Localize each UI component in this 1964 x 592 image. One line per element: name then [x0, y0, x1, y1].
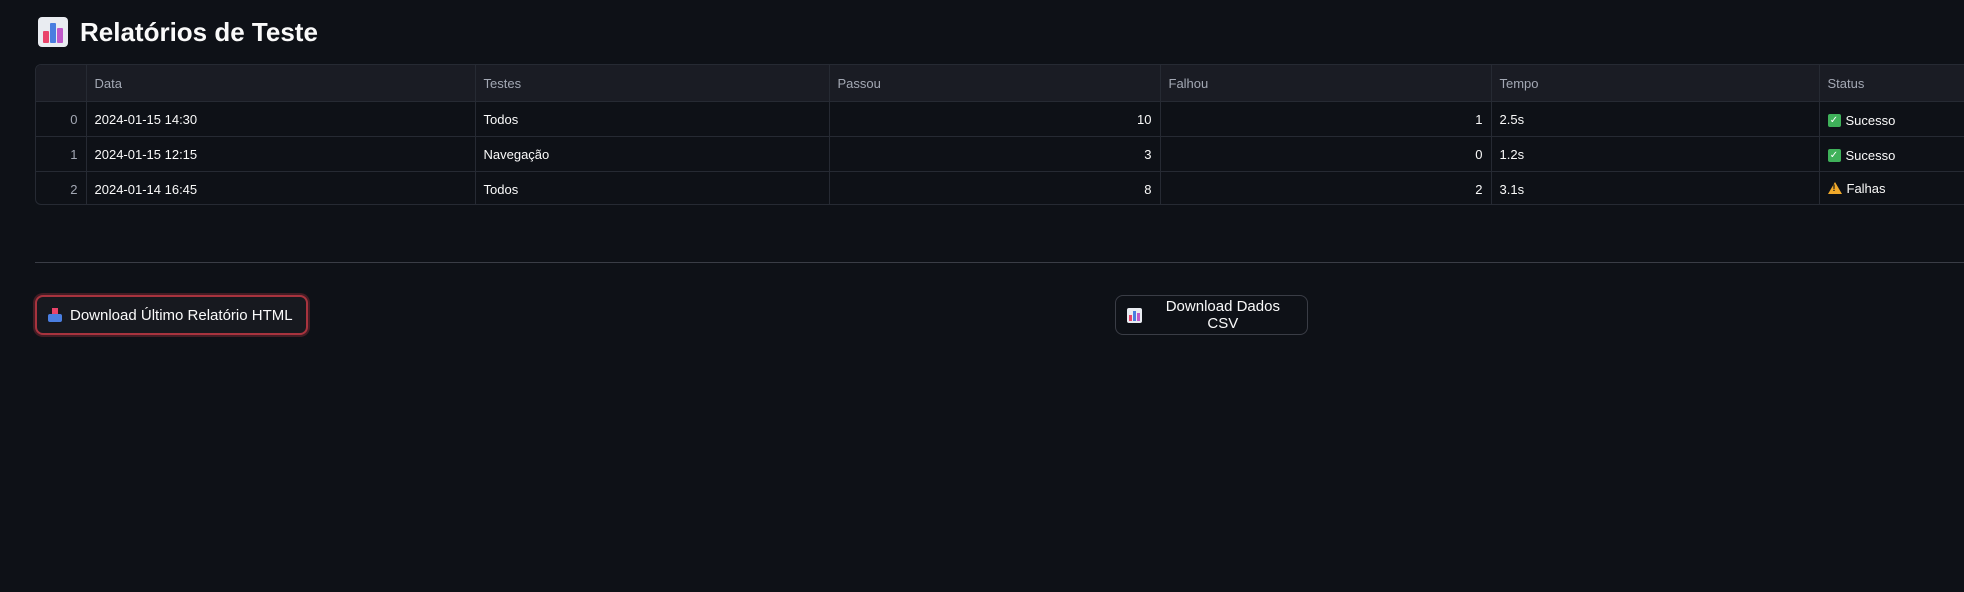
bar-chart-icon — [1127, 307, 1142, 323]
check-icon: ✓ — [1827, 148, 1841, 162]
cell-data[interactable]: 2024-01-15 12:15 — [86, 136, 476, 172]
column-header-data[interactable]: Data — [86, 65, 476, 102]
row-index: 1 — [36, 136, 87, 172]
cell-status[interactable]: Falhas — [1819, 171, 1964, 204]
table-row[interactable]: 0 2024-01-15 14:30 Todos 10 1 2.5s ✓ Suce… — [36, 101, 1964, 137]
cell-falhou[interactable]: 1 — [1160, 101, 1492, 137]
cell-tempo[interactable]: 1.2s — [1491, 136, 1820, 172]
column-header-testes[interactable]: Testes — [475, 65, 830, 102]
divider — [35, 262, 1964, 263]
column-header-passou[interactable]: Passou — [829, 65, 1161, 102]
cell-testes[interactable]: Navegação — [475, 136, 830, 172]
column-header-falhou[interactable]: Falhou — [1160, 65, 1492, 102]
inbox-download-icon — [48, 308, 62, 322]
column-header-tempo[interactable]: Tempo — [1491, 65, 1820, 102]
status-text: Sucesso — [1845, 112, 1896, 128]
cell-falhou[interactable]: 2 — [1160, 171, 1492, 204]
check-icon: ✓ — [1827, 113, 1841, 127]
bar-chart-icon — [38, 17, 68, 47]
cell-status[interactable]: ✓ Sucesso — [1819, 101, 1964, 137]
column-header-index[interactable] — [36, 65, 87, 102]
table-header-row: Data Testes Passou Falhou Tempo Status — [36, 65, 1964, 102]
status-text: Falhas — [1846, 180, 1886, 196]
download-csv-label: Download Dados CSV — [1165, 298, 1280, 332]
cell-falhou[interactable]: 0 — [1160, 136, 1492, 172]
row-index: 2 — [36, 171, 87, 204]
row-index: 0 — [36, 101, 87, 137]
cell-data[interactable]: 2024-01-15 14:30 — [86, 101, 476, 137]
download-html-report-button[interactable]: Download Último Relatório HTML — [35, 295, 308, 335]
table-row[interactable]: 1 2024-01-15 12:15 Navegação 3 0 1.2s ✓ S… — [36, 136, 1964, 172]
page-title: Relatórios de Teste — [80, 16, 318, 47]
cell-tempo[interactable]: 3.1s — [1491, 171, 1820, 204]
cell-passou[interactable]: 8 — [829, 171, 1161, 204]
reports-table[interactable]: Data Testes Passou Falhou Tempo Status 0… — [35, 64, 1964, 205]
page-header: Relatórios de Teste — [38, 14, 318, 50]
cell-status[interactable]: ✓ Sucesso — [1819, 136, 1964, 172]
status-text: Sucesso — [1845, 147, 1896, 163]
download-html-label: Download Último Relatório HTML — [70, 306, 293, 324]
cell-passou[interactable]: 3 — [829, 136, 1161, 172]
table-row[interactable]: 2 2024-01-14 16:45 Todos 8 2 3.1s Falhas — [36, 171, 1964, 204]
cell-tempo[interactable]: 2.5s — [1491, 101, 1820, 137]
column-header-status[interactable]: Status — [1819, 65, 1964, 102]
cell-passou[interactable]: 10 — [829, 101, 1161, 137]
cell-testes[interactable]: Todos — [475, 171, 830, 204]
warning-icon — [1827, 182, 1842, 195]
download-csv-button[interactable]: Download Dados CSV — [1115, 295, 1308, 335]
cell-testes[interactable]: Todos — [475, 101, 830, 137]
cell-data[interactable]: 2024-01-14 16:45 — [86, 171, 476, 204]
